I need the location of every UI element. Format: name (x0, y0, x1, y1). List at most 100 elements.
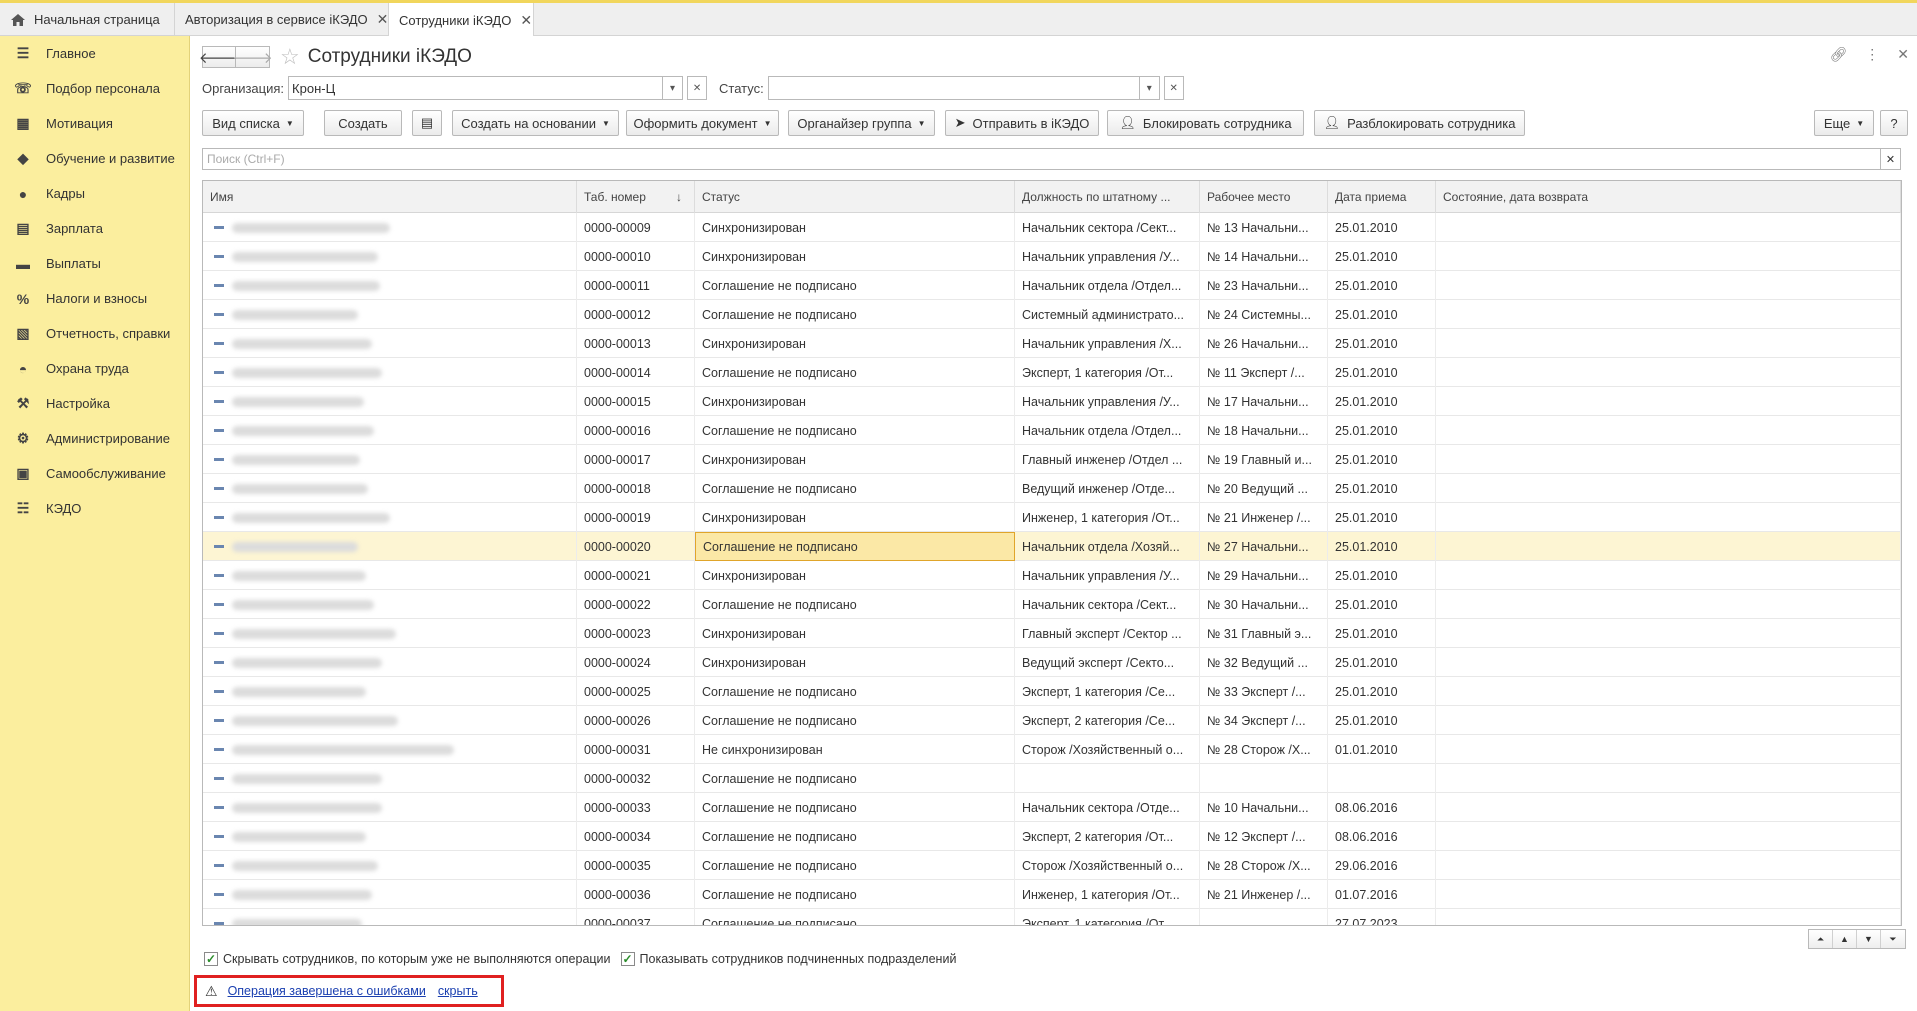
table-row[interactable]: 0000-00035 Соглашение не подписано Сторож … (203, 851, 1901, 880)
cell-position[interactable]: Эксперт, 1 категория /Се... (1015, 677, 1200, 706)
scroll-up-button[interactable]: ▲ (1833, 930, 1857, 948)
view-list-button[interactable]: Вид списка ▼ (202, 110, 304, 136)
search-bar[interactable]: Поиск (Ctrl+F) ✕ (202, 148, 1901, 170)
cell-status[interactable]: Синхронизирован (695, 387, 1015, 416)
cell-tab-number[interactable]: 0000-00032 (577, 764, 695, 793)
list-settings-button[interactable]: ▤ (412, 110, 442, 136)
cell-workplace[interactable]: № 14 Начальни... (1200, 242, 1328, 271)
cell-position[interactable]: Начальник сектора /Сект... (1015, 590, 1200, 619)
table-row[interactable]: 0000-00022 Соглашение не подписано Начальн… (203, 590, 1901, 619)
cell-tab-number[interactable]: 0000-00033 (577, 793, 695, 822)
cell-hire-date[interactable]: 29.06.2016 (1328, 851, 1436, 880)
status-field[interactable] (767, 76, 1140, 100)
cell-status[interactable]: Синхронизирован (695, 561, 1015, 590)
cell-hire-date[interactable]: 25.01.2010 (1328, 706, 1436, 735)
cell-status[interactable]: Не синхронизирован (695, 735, 1015, 764)
cell-name[interactable] (203, 793, 577, 822)
table-row[interactable]: 0000-00016 Соглашение не подписано Начальн… (203, 416, 1901, 445)
cell-workplace[interactable]: № 33 Эксперт /... (1200, 677, 1328, 706)
cell-hire-date[interactable]: 25.01.2010 (1328, 300, 1436, 329)
org-dropdown-button[interactable]: ▾ (663, 76, 684, 100)
table-row[interactable]: 0000-00036 Соглашение не подписано Инженер… (203, 880, 1901, 909)
table-row[interactable]: 0000-00012 Соглашение не подписано Системн… (203, 300, 1901, 329)
sidebar-item-salary[interactable]: ▤ Зарплата (0, 211, 189, 246)
scroll-down-button[interactable]: ▼ (1857, 930, 1881, 948)
cell-name[interactable] (203, 677, 577, 706)
forward-button[interactable]: 🡒 (232, 46, 273, 68)
cell-state[interactable] (1436, 851, 1901, 880)
sidebar-item-reports[interactable]: ▧ Отчетность, справки (0, 316, 189, 351)
cell-workplace[interactable]: № 12 Эксперт /... (1200, 822, 1328, 851)
cell-hire-date[interactable]: 25.01.2010 (1328, 329, 1436, 358)
table-row[interactable]: 0000-00021 Синхронизирован Начальник управ… (203, 561, 1901, 590)
column-header-state[interactable]: Состояние, дата возврата (1436, 181, 1901, 213)
table-row[interactable]: 0000-00015 Синхронизирован Начальник управ… (203, 387, 1901, 416)
cell-status[interactable]: Соглашение не подписано (695, 706, 1015, 735)
cell-status[interactable]: Синхронизирован (695, 648, 1015, 677)
cell-position[interactable]: Главный эксперт /Сектор ... (1015, 619, 1200, 648)
cell-tab-number[interactable]: 0000-00014 (577, 358, 695, 387)
table-row[interactable]: 0000-00024 Синхронизирован Ведущий эксперт… (203, 648, 1901, 677)
cell-name[interactable] (203, 358, 577, 387)
cell-name[interactable] (203, 706, 577, 735)
tab-authorization[interactable]: Авторизация в сервисе iКЭДО ✕ (175, 3, 389, 36)
cell-name[interactable] (203, 474, 577, 503)
cell-tab-number[interactable]: 0000-00037 (577, 909, 695, 925)
cell-hire-date[interactable]: 25.01.2010 (1328, 590, 1436, 619)
cell-tab-number[interactable]: 0000-00017 (577, 445, 695, 474)
cell-state[interactable] (1436, 619, 1901, 648)
sidebar-item-settings[interactable]: ⚒ Настройка (0, 386, 189, 421)
cell-tab-number[interactable]: 0000-00016 (577, 416, 695, 445)
sidebar-item-safety[interactable]: ◓ Охрана труда (0, 351, 189, 386)
cell-status[interactable]: Соглашение не подписано (695, 822, 1015, 851)
cell-state[interactable] (1436, 329, 1901, 358)
cell-tab-number[interactable]: 0000-00009 (577, 213, 695, 242)
cell-tab-number[interactable]: 0000-00035 (577, 851, 695, 880)
cell-tab-number[interactable]: 0000-00034 (577, 822, 695, 851)
show-subordinate-checkbox[interactable]: ✓ Показывать сотрудников подчиненных подр… (620, 952, 956, 966)
cell-name[interactable] (203, 271, 577, 300)
cell-position[interactable]: Начальник управления /У... (1015, 561, 1200, 590)
link-icon[interactable]: 🔗︎ (1829, 46, 1847, 63)
table-row[interactable]: 0000-00018 Соглашение не подписано Ведущий… (203, 474, 1901, 503)
cell-hire-date[interactable] (1328, 764, 1436, 793)
cell-workplace[interactable]: № 11 Эксперт /... (1200, 358, 1328, 387)
table-row[interactable]: 0000-00019 Синхронизирован Инженер, 1 кате… (203, 503, 1901, 532)
cell-tab-number[interactable]: 0000-00018 (577, 474, 695, 503)
cell-state[interactable] (1436, 822, 1901, 851)
cell-position[interactable]: Начальник управления /У... (1015, 387, 1200, 416)
cell-status[interactable]: Соглашение не подписано (695, 358, 1015, 387)
cell-workplace[interactable]: № 23 Начальни... (1200, 271, 1328, 300)
tab-home[interactable]: Начальная страница (0, 3, 175, 36)
error-details-link[interactable]: Операция завершена с ошибками (228, 984, 426, 998)
cell-state[interactable] (1436, 300, 1901, 329)
cell-position[interactable]: Ведущий эксперт /Секто... (1015, 648, 1200, 677)
cell-tab-number[interactable]: 0000-00012 (577, 300, 695, 329)
cell-state[interactable] (1436, 271, 1901, 300)
sidebar-item-taxes[interactable]: % Налоги и взносы (0, 281, 189, 316)
cell-position[interactable]: Ведущий инженер /Отде... (1015, 474, 1200, 503)
column-header-status[interactable]: Статус (695, 181, 1015, 213)
cell-workplace[interactable]: № 34 Эксперт /... (1200, 706, 1328, 735)
cell-name[interactable] (203, 300, 577, 329)
cell-workplace[interactable]: № 21 Инженер /... (1200, 880, 1328, 909)
cell-state[interactable] (1436, 387, 1901, 416)
cell-workplace[interactable]: № 21 Инженер /... (1200, 503, 1328, 532)
cell-tab-number[interactable]: 0000-00024 (577, 648, 695, 677)
cell-tab-number[interactable]: 0000-00013 (577, 329, 695, 358)
search-input[interactable]: Поиск (Ctrl+F) (203, 152, 1880, 166)
cell-status[interactable]: Соглашение не подписано (695, 532, 1015, 561)
cell-workplace[interactable] (1200, 764, 1328, 793)
sidebar-item-payments[interactable]: ▬ Выплаты (0, 246, 189, 281)
cell-name[interactable] (203, 387, 577, 416)
cell-state[interactable] (1436, 909, 1901, 925)
table-row[interactable]: 0000-00009 Синхронизирован Начальник секто… (203, 213, 1901, 242)
cell-name[interactable] (203, 648, 577, 677)
cell-position[interactable]: Начальник сектора /Сект... (1015, 213, 1200, 242)
tab-employees[interactable]: Сотрудники iКЭДО ✕ (389, 3, 534, 37)
block-employee-button[interactable]: 👤︎ Блокировать сотрудника (1107, 110, 1304, 136)
cell-status[interactable]: Синхронизирован (695, 329, 1015, 358)
cell-status[interactable]: Соглашение не подписано (695, 416, 1015, 445)
sidebar-item-motivation[interactable]: ▦ Мотивация (0, 106, 189, 141)
scroll-bottom-button[interactable]: ⏷ (1881, 930, 1905, 948)
